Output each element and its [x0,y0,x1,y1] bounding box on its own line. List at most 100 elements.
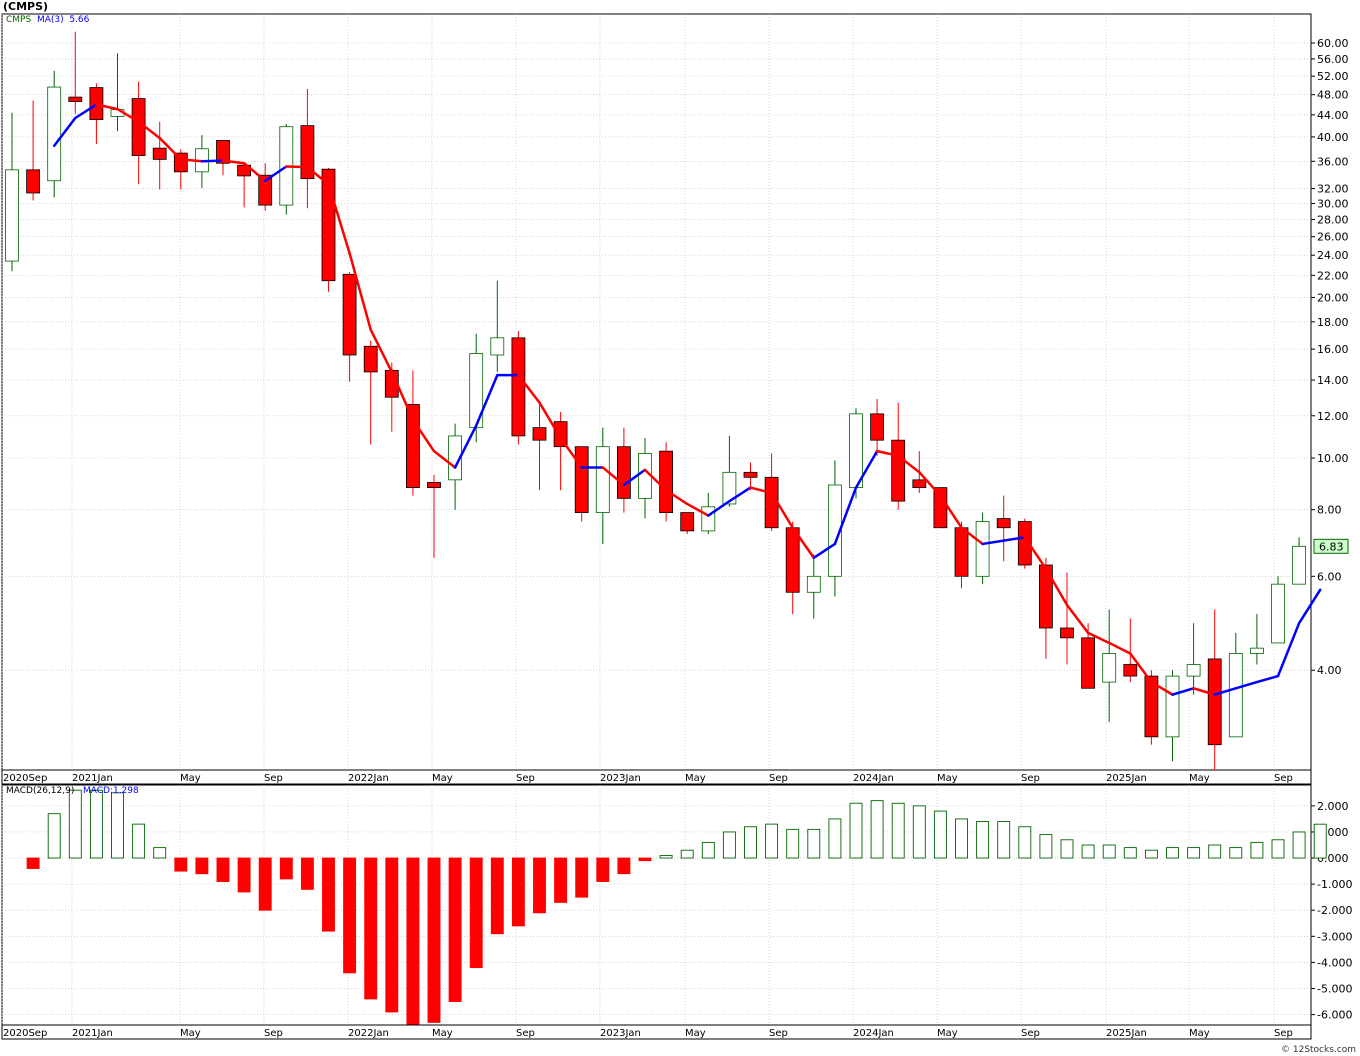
macd-bar [1039,834,1053,859]
macd-bar [955,818,968,859]
macd-bar [891,802,905,859]
legend-ma-value: 5.66 [69,15,90,25]
macd-bar [1271,839,1285,859]
macd-plot-area [1,784,1312,1026]
macd-bar [195,857,209,875]
candle-body [1102,653,1117,683]
price-tick-label: 32.00 [1317,183,1349,196]
stock-chart: 60.00 56.00 52.00 48.00 44.00 40.00 36.00 32.00… [1,13,1352,1040]
macd-x-tick-label: 2022Jan [348,1028,389,1039]
macd-x-tick-label: 2020Sep [3,1028,47,1039]
candle-body [975,521,990,577]
macd-bar [258,857,272,911]
macd-legend: MACD(26,12,9) MACD:1.298 [6,786,139,796]
ma-line-segment [200,159,225,163]
macd-bar [68,789,82,859]
macd-bar [722,831,736,859]
price-x-tick-label: Sep [1274,773,1293,784]
candle-body [617,446,631,499]
price-tick-label: 26.00 [1317,231,1349,244]
macd-bar [1292,831,1306,859]
candle-body [680,512,695,532]
candle-body [933,487,948,529]
candle-body [574,446,589,513]
macd-tick-label: -5.000 [1317,982,1352,995]
macd-bar [1208,844,1222,859]
macd-tick-label: 2.000 [1317,800,1349,813]
candle-body [1123,664,1138,677]
candle-body [806,575,821,593]
macd-x-tick-label: Sep [769,1028,788,1039]
price-tick-label: 28.00 [1317,214,1349,227]
macd-x-tick-label: May [432,1028,453,1039]
price-tick-label: 22.00 [1317,269,1349,282]
macd-bar [322,857,335,932]
macd-bar [1018,826,1032,859]
candle-body [1186,664,1201,677]
price-panel: 60.00 56.00 52.00 48.00 44.00 40.00 36.00 32.00… [1,13,1349,785]
macd-tick-label: -4.000 [1317,956,1352,969]
price-x-tick-label: 2021Jan [72,773,113,784]
macd-x-tick-label: Sep [264,1028,283,1039]
macd-bar [47,813,61,859]
last-price-label: 6.83 [1319,540,1344,553]
candle-body [996,518,1011,529]
macd-bar [490,857,504,935]
candle-body [785,527,800,593]
ma-line-segment [285,165,309,169]
price-tick-label: 56.00 [1317,53,1349,66]
macd-x-tick-label: May [1189,1028,1210,1039]
macd-bar [1250,841,1264,859]
macd-bar [744,826,757,859]
price-tick-label: 4.00 [1317,664,1342,677]
macd-bar [448,857,462,1002]
candle-body [131,98,146,156]
candle-body [743,471,758,478]
price-x-tick-label: 2025Jan [1106,773,1147,784]
macd-bar [933,810,947,859]
macd-bar [786,828,800,859]
macd-bar [153,847,167,859]
macd-bar [364,857,378,1000]
candle-body [5,169,19,262]
macd-bar [385,857,399,1013]
candle-body [1207,658,1222,746]
macd-bar [1123,847,1137,859]
macd-x-tick-label: 2025Jan [1106,1028,1147,1039]
macd-bar [849,802,863,859]
price-tick-label: 8.00 [1317,504,1342,517]
macd-bar [469,857,483,969]
price-tick-label: 30.00 [1317,198,1349,211]
macd-bar [638,857,652,862]
macd-bar [912,805,926,859]
candle-body [954,527,969,577]
macd-bar [300,857,314,890]
candle-body [511,337,526,437]
price-tick-label: 18.00 [1317,316,1349,329]
macd-bar [1229,847,1243,859]
macd-x-tick-label: May [937,1028,958,1039]
macd-bar [26,857,40,869]
macd-bar [89,789,103,859]
price-tick-label: 44.00 [1317,109,1349,122]
chart-title: (CMPS) [3,0,49,13]
candle-body [1228,653,1243,738]
macd-tick-label: -2.000 [1317,904,1352,917]
macd-bar [1102,844,1116,859]
candle-body [701,506,716,532]
macd-x-tick-label: 2021Jan [72,1028,113,1039]
macd-x-tick-label: 2023Jan [600,1028,641,1039]
price-tick-label: 10.00 [1317,452,1349,465]
macd-bar [533,857,546,914]
candle-body [1165,675,1180,738]
macd-x-tick-label: Sep [516,1028,535,1039]
candle-body [363,345,378,373]
macd-x-tick-label: May [180,1028,201,1039]
candle-body [68,96,83,102]
price-x-tick-label: May [685,773,706,784]
macd-bar [343,857,357,974]
macd-bar [997,821,1011,859]
candle-body [1060,627,1074,639]
macd-bar [511,857,525,927]
macd-x-tick-label: May [685,1028,706,1039]
